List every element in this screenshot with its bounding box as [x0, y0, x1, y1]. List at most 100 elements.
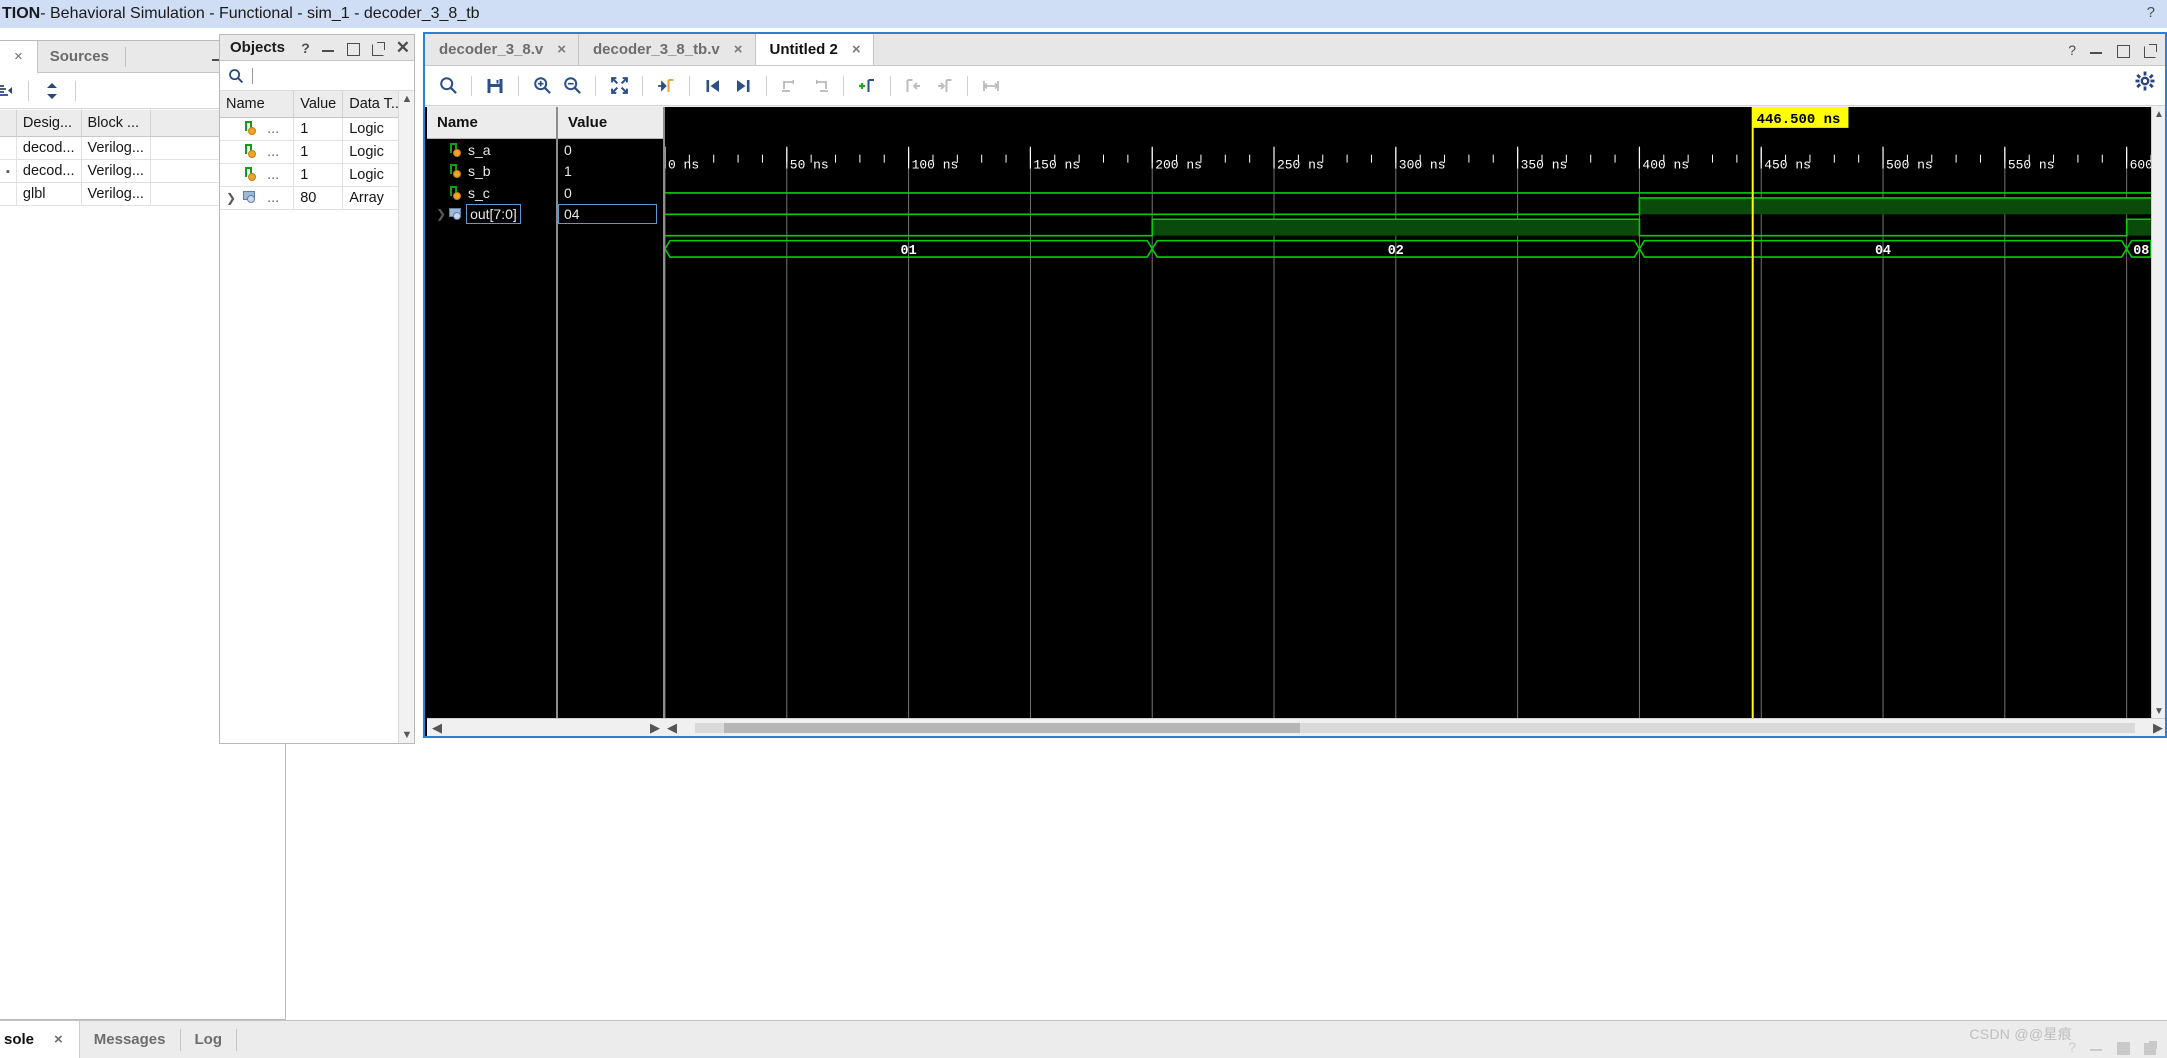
logic-signal-icon — [244, 166, 258, 181]
logic-signal-icon — [449, 142, 463, 157]
sort-icon[interactable] — [37, 76, 67, 106]
svg-text:0 ns: 0 ns — [668, 158, 699, 173]
logic-signal-icon — [449, 185, 463, 200]
close-icon[interactable]: × — [48, 1031, 69, 1048]
objects-type-cell: Logic — [342, 117, 398, 141]
close-icon[interactable]: × — [557, 41, 566, 58]
zoom-in-icon[interactable] — [527, 71, 557, 101]
add-marker-icon[interactable] — [852, 71, 882, 101]
scrollbar-thumb[interactable] — [723, 722, 1300, 733]
tab-untitled-2[interactable]: Untitled 2 × — [755, 34, 874, 65]
scroll-right-icon[interactable]: ▶ — [648, 720, 662, 736]
tab-tcl-console[interactable]: sole × — [0, 1020, 80, 1058]
scroll-left-icon[interactable]: ◀ — [665, 720, 679, 736]
goto-time-icon[interactable] — [651, 71, 681, 101]
expand-arrow-icon[interactable]: ❯ — [436, 207, 446, 221]
sources-active-tab-stub[interactable]: × — [0, 40, 38, 73]
wave-window-controls: ? — [2068, 34, 2157, 66]
window-title-rest: - Behavioral Simulation - Functional - s… — [40, 5, 480, 22]
wave-horizontal-scrollbar[interactable]: ◀ ▶ — [665, 718, 2165, 736]
tab-log[interactable]: Log — [181, 1031, 237, 1048]
svg-text:350 ns: 350 ns — [1521, 158, 1568, 173]
table-row[interactable]: ❯ ... 80 Array — [220, 186, 398, 210]
wave-window: decoder_3_8.v × decoder_3_8_tb.v × Untit… — [423, 32, 2167, 738]
maximize-icon[interactable] — [2116, 1040, 2130, 1055]
tab-decoder-3-8-tb-v[interactable]: decoder_3_8_tb.v × — [579, 34, 756, 65]
wave-signal-row[interactable]: s_c — [427, 182, 556, 204]
svg-text:250 ns: 250 ns — [1277, 158, 1324, 173]
logic-signal-icon — [244, 143, 258, 158]
maximize-icon[interactable] — [2116, 43, 2130, 58]
scroll-left-icon[interactable]: ◀ — [430, 720, 444, 736]
wave-signal-row-selected[interactable]: ❯ out[7:0] — [427, 204, 556, 226]
float-icon[interactable] — [2143, 43, 2157, 58]
tab-messages[interactable]: Messages — [80, 1031, 180, 1048]
scrollbar-track[interactable] — [695, 722, 2135, 733]
help-icon[interactable]: ? — [2068, 1039, 2076, 1055]
wave-value-text: 04 — [558, 204, 657, 225]
wave-value-column: Value 0 1 0 04 — [558, 107, 665, 736]
help-icon[interactable]: ? — [2068, 42, 2076, 58]
wave-name-header[interactable]: Name — [427, 107, 556, 139]
sources-col-design[interactable]: Desig... — [16, 110, 82, 137]
objects-col-value[interactable]: Value — [293, 91, 344, 118]
svg-text:02: 02 — [1388, 244, 1404, 259]
toolbar-divider — [766, 75, 767, 96]
sources-col-block[interactable]: Block ... — [81, 110, 151, 137]
save-icon[interactable] — [480, 71, 510, 101]
wave-vertical-scrollbar[interactable]: ▲ ▼ — [2151, 107, 2165, 718]
objects-col-datatype[interactable]: Data T... — [342, 91, 398, 118]
wave-value-header[interactable]: Value — [558, 107, 663, 139]
gear-icon[interactable] — [2135, 71, 2155, 91]
help-icon[interactable]: ? — [301, 40, 310, 56]
expand-arrow-icon[interactable]: ❯ — [226, 191, 236, 205]
search-input[interactable] — [252, 67, 253, 84]
search-icon[interactable] — [228, 68, 244, 84]
scroll-right-icon[interactable]: ▶ — [2151, 720, 2165, 736]
scroll-down-icon[interactable]: ▼ — [399, 727, 415, 743]
objects-col-name[interactable]: Name — [220, 91, 295, 118]
measure-icon — [976, 71, 1006, 101]
tab-decoder-3-8-v[interactable]: decoder_3_8.v × — [425, 34, 579, 65]
help-icon[interactable]: ? — [2147, 4, 2155, 21]
close-icon[interactable]: × — [852, 41, 861, 58]
svg-text:600: 600 — [2130, 158, 2151, 173]
wave-signal-row[interactable]: s_a — [427, 139, 556, 161]
maximize-icon[interactable] — [346, 41, 360, 56]
scroll-up-icon[interactable]: ▲ — [2152, 107, 2166, 121]
scroll-up-icon[interactable]: ▲ — [399, 91, 415, 107]
minimize-icon[interactable] — [2089, 1040, 2103, 1054]
float-icon[interactable] — [2143, 1040, 2157, 1055]
scroll-down-icon[interactable]: ▼ — [2152, 704, 2166, 718]
toolbar-divider — [967, 75, 968, 96]
previous-transition-icon[interactable] — [698, 71, 728, 101]
svg-text:400 ns: 400 ns — [1642, 158, 1689, 173]
sidebar-tab-sources[interactable]: Sources — [38, 41, 121, 73]
table-row[interactable]: ... 1 Logic — [220, 140, 398, 164]
float-icon[interactable] — [371, 41, 385, 56]
objects-name-cell: ❯ ... — [220, 186, 295, 210]
collapse-all-icon[interactable] — [0, 76, 20, 106]
sources-design-cell: decod... — [16, 159, 82, 183]
tab-label: decoder_3_8.v — [439, 41, 544, 58]
close-icon[interactable]: × — [8, 48, 29, 65]
svg-text:08: 08 — [2133, 244, 2149, 259]
waveform-canvas[interactable]: 0 ns 50 ns 100 ns 150 ns 200 ns 250 ns 300 ns 3… — [665, 107, 2151, 718]
table-row[interactable]: ... 1 Logic — [220, 117, 398, 141]
wave-settings-gear[interactable] — [2135, 71, 2155, 96]
wave-names-scrollbar[interactable]: ◀ ▶ — [427, 718, 665, 736]
table-row[interactable]: ... 1 Logic — [220, 163, 398, 187]
wave-signal-row[interactable]: s_b — [427, 161, 556, 183]
toolbar-divider — [689, 75, 690, 96]
close-icon[interactable]: × — [734, 41, 743, 58]
objects-vertical-scrollbar[interactable]: ▲ ▼ — [398, 91, 414, 743]
zoom-fit-icon[interactable] — [604, 71, 634, 101]
svg-text:01: 01 — [901, 244, 917, 259]
close-icon[interactable]: ✕ — [396, 39, 410, 56]
next-transition-icon[interactable] — [728, 71, 758, 101]
minimize-icon[interactable] — [2089, 43, 2103, 57]
search-icon[interactable] — [433, 71, 463, 101]
minimize-icon[interactable] — [321, 41, 335, 55]
objects-search-row[interactable] — [220, 61, 414, 91]
zoom-out-icon[interactable] — [557, 71, 587, 101]
